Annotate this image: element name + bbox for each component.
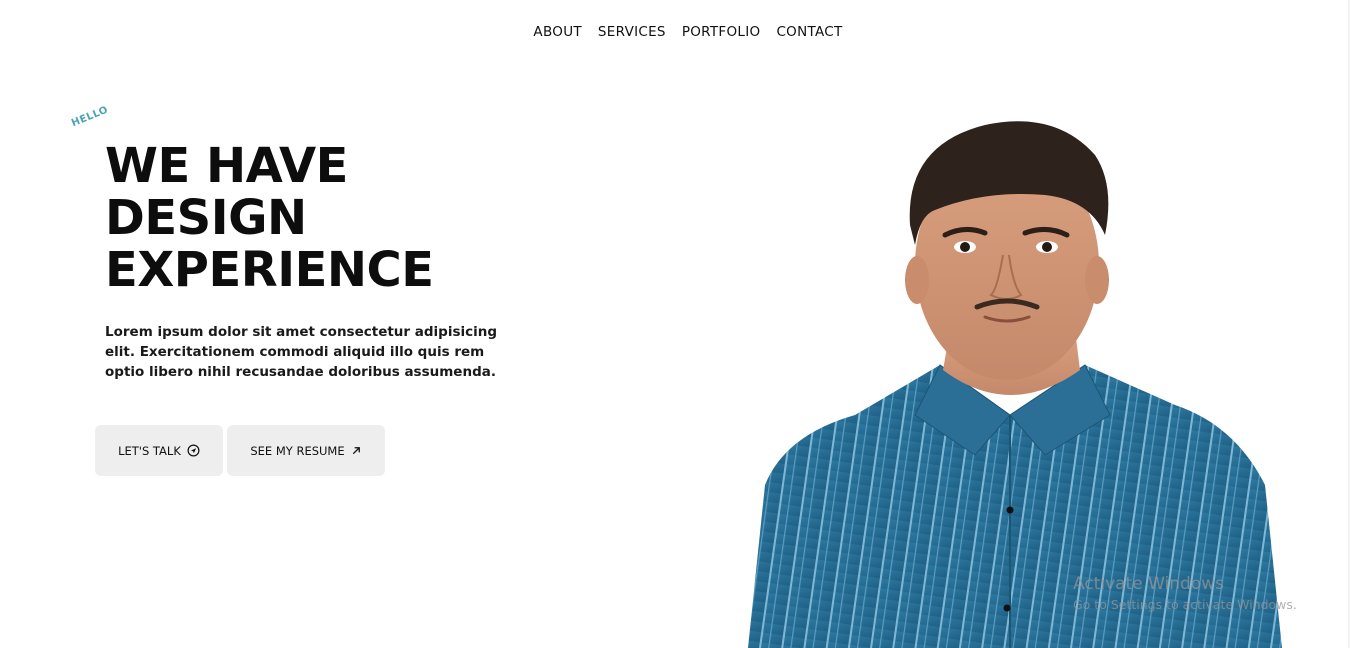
- nav-portfolio-link[interactable]: PORTFOLIO: [682, 24, 761, 40]
- lets-talk-label: LET'S TALK: [118, 443, 181, 458]
- nav-contact-link[interactable]: CONTACT: [776, 24, 842, 40]
- headline-line-2: DESIGN: [105, 190, 307, 246]
- headline-line-3: EXPERIENCE: [105, 242, 434, 298]
- portrait-photo: [748, 121, 1282, 648]
- headline-line-1: WE HAVE: [105, 138, 348, 194]
- watermark-title: Activate Windows: [1073, 574, 1224, 594]
- see-resume-label: SEE MY RESUME: [250, 443, 345, 458]
- lets-talk-button[interactable]: LET'S TALK: [95, 425, 223, 476]
- top-nav: ABOUT SERVICES PORTFOLIO CONTACT: [0, 24, 1350, 40]
- send-circle-icon: [187, 444, 200, 457]
- watermark-subtitle: Go to Settings to activate Windows.: [1073, 597, 1297, 612]
- hello-tag: HELLO: [70, 104, 110, 130]
- hero-description: Lorem ipsum dolor sit amet consectetur a…: [105, 324, 498, 380]
- page: ABOUT SERVICES PORTFOLIO CONTACT HELLO W…: [0, 0, 1350, 648]
- hero-headline: WE HAVE DESIGN EXPERIENCE: [105, 140, 434, 296]
- nav-about-link[interactable]: ABOUT: [533, 24, 582, 40]
- windows-activation-watermark: Activate Windows Go to Settings to activ…: [1073, 573, 1297, 614]
- arrow-up-right-icon: [351, 445, 362, 456]
- nav-services-link[interactable]: SERVICES: [598, 24, 666, 40]
- see-resume-button[interactable]: SEE MY RESUME: [227, 425, 385, 476]
